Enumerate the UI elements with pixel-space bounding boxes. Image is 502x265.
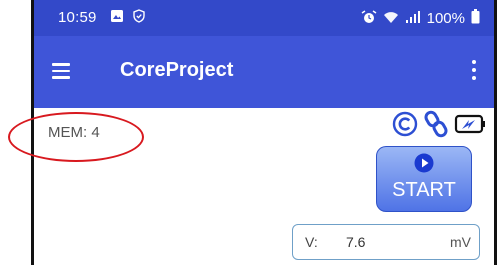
app-bar: CoreProject — [34, 36, 494, 108]
voltage-unit: mV — [450, 234, 471, 250]
voltage-field: V: 7.6 mV — [292, 224, 480, 260]
menu-icon[interactable] — [52, 59, 76, 85]
status-time: 10:59 — [58, 9, 97, 26]
mem-label: MEM: 4 — [48, 124, 100, 141]
start-button[interactable]: START — [376, 146, 472, 212]
shield-icon — [132, 9, 146, 28]
play-icon — [414, 153, 434, 178]
battery-percent: 100% — [426, 10, 465, 27]
gallery-icon — [110, 9, 124, 28]
battery-charging-icon — [454, 113, 488, 140]
status-bar: 10:59 100% — [34, 0, 494, 36]
indicator-icons — [392, 110, 488, 143]
phone-left-edge — [0, 0, 34, 265]
wifi-icon — [383, 10, 399, 28]
signal-icon — [405, 10, 421, 28]
phone-screen: 10:59 100% CoreProject MEM: 4 START V: 7… — [34, 0, 494, 265]
battery-icon — [471, 9, 480, 28]
copyright-icon — [392, 111, 418, 142]
link-icon — [424, 110, 448, 143]
voltage-value: 7.6 — [346, 234, 366, 250]
voltage-label: V: — [305, 234, 318, 250]
app-title: CoreProject — [120, 59, 234, 81]
phone-right-edge — [494, 0, 502, 265]
start-label: START — [392, 179, 456, 201]
alarm-icon — [361, 9, 377, 28]
more-vert-icon[interactable] — [466, 56, 482, 88]
status-right-icons: 100% — [361, 9, 480, 28]
status-left-icons — [110, 9, 146, 28]
